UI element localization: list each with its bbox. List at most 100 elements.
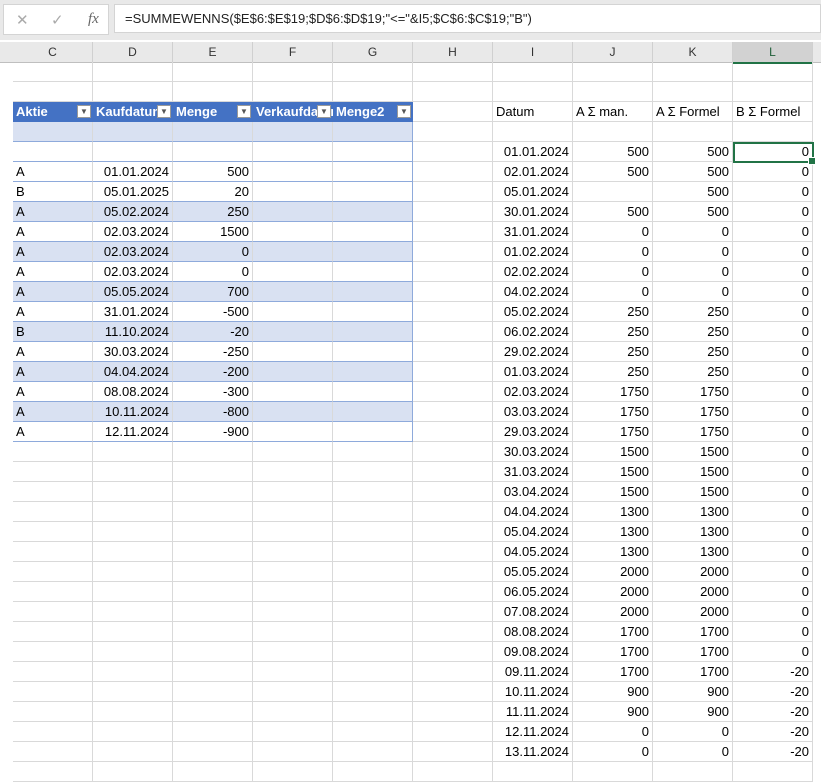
cell[interactable] xyxy=(333,562,413,582)
summary-cell[interactable]: 900 xyxy=(653,702,733,722)
cell[interactable] xyxy=(333,422,413,442)
summary-cell[interactable]: 0 xyxy=(733,442,813,462)
cell[interactable] xyxy=(93,662,173,682)
table-cell[interactable]: 250 xyxy=(173,202,253,222)
table-cell[interactable]: A xyxy=(13,362,93,382)
table-cell[interactable]: 05.01.2025 xyxy=(93,182,173,202)
summary-header[interactable]: Datum xyxy=(493,102,573,122)
column-header-D[interactable]: D xyxy=(93,42,173,62)
summary-cell[interactable]: 250 xyxy=(573,322,653,342)
cell[interactable] xyxy=(653,82,733,102)
cell[interactable] xyxy=(333,442,413,462)
summary-cell[interactable]: 1500 xyxy=(573,462,653,482)
column-header-K[interactable]: K xyxy=(653,42,733,62)
cell[interactable] xyxy=(413,202,493,222)
summary-cell[interactable]: 1300 xyxy=(653,542,733,562)
summary-cell[interactable]: 1750 xyxy=(573,402,653,422)
cell[interactable] xyxy=(93,622,173,642)
cell[interactable] xyxy=(173,622,253,642)
cell[interactable] xyxy=(253,462,333,482)
summary-cell[interactable]: 29.03.2024 xyxy=(493,422,573,442)
table-cell[interactable]: 01.01.2024 xyxy=(93,162,173,182)
summary-header[interactable]: A Σ Formel xyxy=(653,102,733,122)
table-cell[interactable]: 10.11.2024 xyxy=(93,402,173,422)
table-header-0[interactable]: Aktie ▼ xyxy=(13,102,93,122)
summary-cell[interactable]: 07.08.2024 xyxy=(493,602,573,622)
cell[interactable] xyxy=(173,722,253,742)
cell[interactable] xyxy=(413,642,493,662)
summary-cell[interactable]: 0 xyxy=(733,182,813,202)
summary-cell[interactable]: 0 xyxy=(573,282,653,302)
table-cell[interactable]: -250 xyxy=(173,342,253,362)
summary-cell[interactable]: 1700 xyxy=(573,642,653,662)
summary-cell[interactable]: 12.11.2024 xyxy=(493,722,573,742)
cell[interactable] xyxy=(413,582,493,602)
summary-cell[interactable]: 0 xyxy=(733,222,813,242)
cell[interactable] xyxy=(253,442,333,462)
cell[interactable] xyxy=(173,482,253,502)
cell[interactable] xyxy=(253,642,333,662)
cell[interactable] xyxy=(413,182,493,202)
column-header-J[interactable]: J xyxy=(573,42,653,62)
summary-cell[interactable]: 0 xyxy=(653,722,733,742)
summary-cell[interactable]: 1750 xyxy=(573,382,653,402)
cell[interactable] xyxy=(333,622,413,642)
column-header-E[interactable]: E xyxy=(173,42,253,62)
summary-cell[interactable]: 1750 xyxy=(573,422,653,442)
summary-cell[interactable]: 02.01.2024 xyxy=(493,162,573,182)
summary-cell[interactable]: 1700 xyxy=(653,622,733,642)
cell[interactable] xyxy=(253,282,333,302)
cell[interactable] xyxy=(333,602,413,622)
summary-cell[interactable]: 02.03.2024 xyxy=(493,382,573,402)
filter-dropdown-icon[interactable]: ▼ xyxy=(317,105,331,118)
summary-cell[interactable]: 0 xyxy=(733,522,813,542)
cell[interactable] xyxy=(333,162,413,182)
table-cell[interactable]: 05.02.2024 xyxy=(93,202,173,222)
summary-cell[interactable]: 0 xyxy=(733,202,813,222)
summary-cell[interactable]: 04.04.2024 xyxy=(493,502,573,522)
confirm-icon[interactable]: ✓ xyxy=(51,11,64,29)
summary-cell[interactable]: 500 xyxy=(573,162,653,182)
formula-input[interactable]: =SUMMEWENNS($E$6:$E$19;$D$6:$D$19;"<="&I… xyxy=(114,4,821,33)
summary-cell[interactable]: 0 xyxy=(733,142,813,162)
cell[interactable] xyxy=(413,242,493,262)
cell[interactable] xyxy=(253,722,333,742)
table-header-4[interactable]: Menge2 ▼ xyxy=(333,102,413,122)
summary-cell[interactable]: 250 xyxy=(653,342,733,362)
cell[interactable] xyxy=(413,282,493,302)
cell[interactable] xyxy=(253,262,333,282)
cell[interactable] xyxy=(253,402,333,422)
summary-cell[interactable]: 2000 xyxy=(653,582,733,602)
cell[interactable] xyxy=(413,442,493,462)
summary-cell[interactable]: 08.08.2024 xyxy=(493,622,573,642)
cell[interactable] xyxy=(13,742,93,762)
cell[interactable] xyxy=(173,762,253,782)
table-cell[interactable]: 04.04.2024 xyxy=(93,362,173,382)
cell[interactable] xyxy=(413,762,493,782)
summary-cell[interactable]: 0 xyxy=(653,242,733,262)
cell[interactable] xyxy=(93,742,173,762)
table-cell[interactable]: A xyxy=(13,282,93,302)
cell[interactable] xyxy=(93,562,173,582)
cell[interactable] xyxy=(13,62,93,82)
cell[interactable] xyxy=(93,542,173,562)
summary-cell[interactable]: 1300 xyxy=(653,522,733,542)
table-cell[interactable]: 08.08.2024 xyxy=(93,382,173,402)
cell[interactable] xyxy=(253,702,333,722)
cell[interactable] xyxy=(333,662,413,682)
cell[interactable] xyxy=(653,122,733,142)
summary-cell[interactable]: 0 xyxy=(733,602,813,622)
summary-cell[interactable]: 05.04.2024 xyxy=(493,522,573,542)
table-cell[interactable]: 31.01.2024 xyxy=(93,302,173,322)
cell[interactable] xyxy=(93,522,173,542)
summary-cell[interactable]: 1750 xyxy=(653,422,733,442)
cell[interactable] xyxy=(333,122,413,142)
table-cell[interactable]: 11.10.2024 xyxy=(93,322,173,342)
cell[interactable] xyxy=(413,302,493,322)
cell[interactable] xyxy=(333,202,413,222)
summary-header[interactable]: A Σ man. xyxy=(573,102,653,122)
summary-cell[interactable]: 250 xyxy=(653,362,733,382)
cell[interactable] xyxy=(253,422,333,442)
cell[interactable] xyxy=(253,582,333,602)
cell[interactable] xyxy=(173,122,253,142)
